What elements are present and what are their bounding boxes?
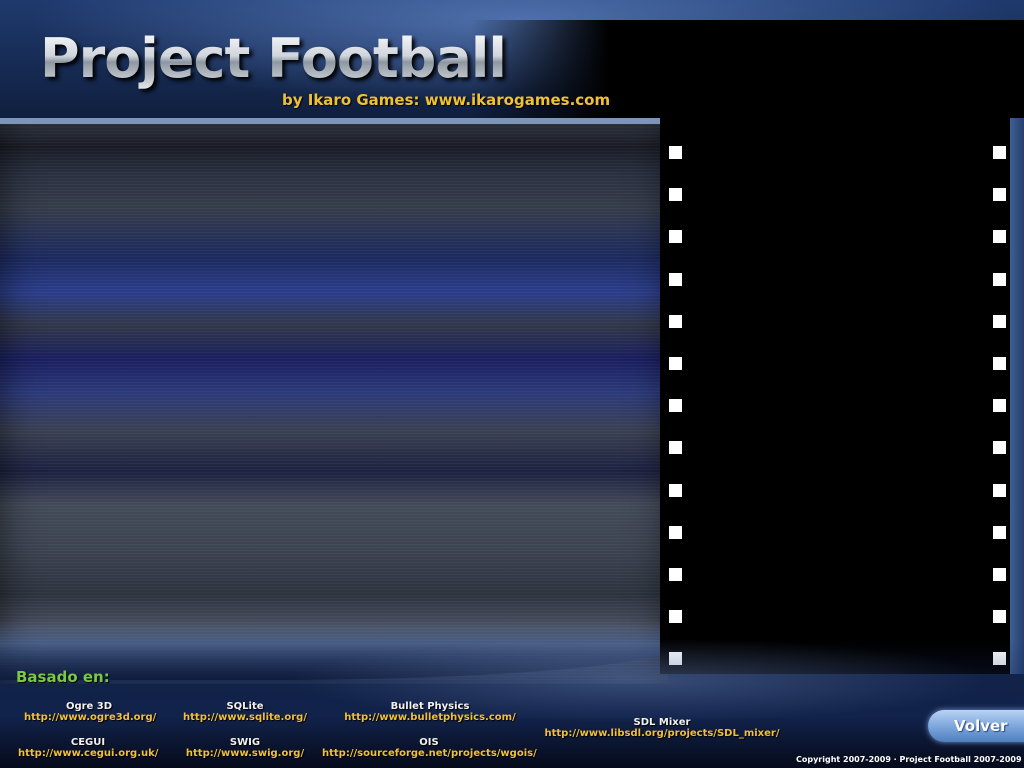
app-subtitle: by Ikaro Games: www.ikarogames.com bbox=[282, 91, 611, 109]
sprocket-hole bbox=[993, 399, 1006, 413]
back-button[interactable]: Volver bbox=[928, 710, 1024, 742]
sprocket-hole bbox=[993, 272, 1006, 286]
sprocket-hole bbox=[669, 483, 682, 497]
sprocket-hole bbox=[669, 314, 682, 328]
sprocket-hole bbox=[669, 441, 682, 455]
sprocket-hole bbox=[669, 357, 682, 370]
credit-bullet-physics: Bullet Physics http://www.bulletphysics.… bbox=[340, 701, 520, 723]
sprocket-hole bbox=[669, 610, 682, 624]
film-strip-edge bbox=[1010, 118, 1024, 674]
sprocket-hole bbox=[669, 230, 682, 244]
sprocket-hole bbox=[993, 441, 1006, 455]
credit-name: CEGUI bbox=[70, 737, 106, 748]
credit-name: OIS bbox=[419, 737, 439, 748]
credit-name: Ogre 3D bbox=[65, 701, 113, 712]
film-strip bbox=[660, 118, 1012, 674]
sprocket-hole bbox=[669, 188, 682, 202]
sprocket-hole bbox=[669, 272, 682, 286]
credit-sqlite: SQLite http://www.sqlite.org/ bbox=[180, 701, 310, 723]
sprocket-hole bbox=[993, 357, 1006, 370]
sprocket-hole bbox=[669, 399, 682, 413]
sprocket-hole bbox=[669, 568, 682, 581]
credit-ogre3d: Ogre 3D http://www.ogre3d.org/ bbox=[24, 701, 156, 723]
copyright-text: Copyright 2007-2009 · Project Football 2… bbox=[796, 755, 1022, 764]
app-title: Project Football bbox=[40, 27, 507, 90]
sprocket-hole bbox=[993, 230, 1006, 244]
credit-link[interactable]: http://www.ogre3d.org/ bbox=[24, 712, 156, 723]
credit-name: SWIG bbox=[229, 737, 261, 748]
credit-name: SDL Mixer bbox=[633, 717, 691, 728]
sprocket-hole bbox=[993, 483, 1006, 497]
credit-link[interactable]: http://www.libsdl.org/projects/SDL_mixer… bbox=[544, 728, 780, 739]
credit-ois: OIS http://sourceforge.net/projects/wgoi… bbox=[322, 737, 537, 759]
credit-link[interactable]: http://www.cegui.org.uk/ bbox=[18, 748, 158, 759]
sprocket-hole bbox=[669, 146, 682, 159]
credit-link[interactable]: http://www.sqlite.org/ bbox=[180, 712, 310, 723]
credit-sdl-mixer: SDL Mixer http://www.libsdl.org/projects… bbox=[544, 717, 780, 739]
sprocket-hole bbox=[993, 314, 1006, 328]
credit-cegui: CEGUI http://www.cegui.org.uk/ bbox=[18, 737, 158, 759]
credit-link[interactable]: http://www.bulletphysics.com/ bbox=[340, 712, 520, 723]
credit-link[interactable]: http://www.swig.org/ bbox=[180, 748, 310, 759]
credit-swig: SWIG http://www.swig.org/ bbox=[180, 737, 310, 759]
credit-name: Bullet Physics bbox=[390, 701, 470, 712]
intro-video-panel bbox=[0, 118, 668, 684]
sprocket-hole bbox=[993, 610, 1006, 624]
sprocket-hole bbox=[993, 188, 1006, 202]
sprocket-hole bbox=[993, 525, 1006, 539]
credit-link[interactable]: http://sourceforge.net/projects/wgois/ bbox=[322, 748, 537, 759]
based-on-label: Basado en: bbox=[16, 668, 110, 686]
sprocket-hole bbox=[669, 525, 682, 539]
sprocket-hole bbox=[993, 568, 1006, 581]
sprocket-hole bbox=[993, 146, 1006, 159]
credit-name: SQLite bbox=[226, 701, 264, 712]
